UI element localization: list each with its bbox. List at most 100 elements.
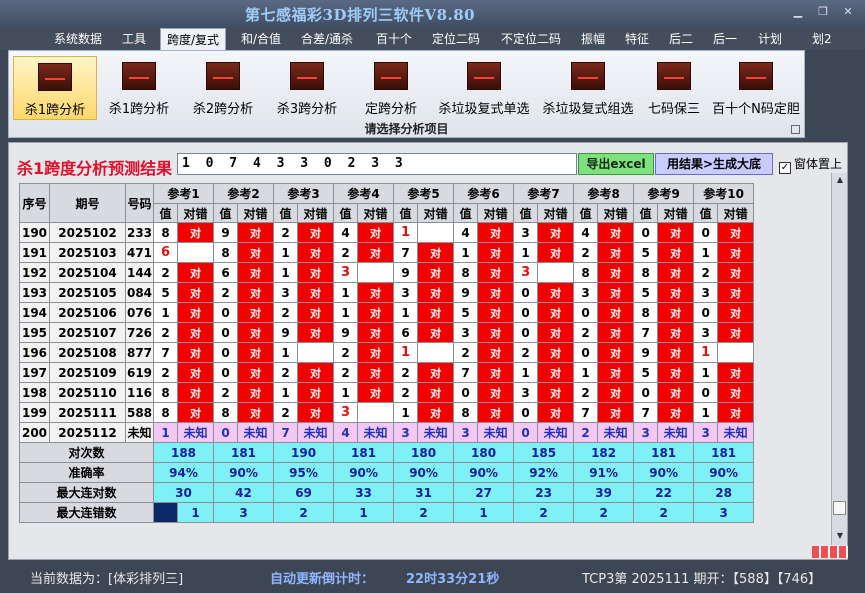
result-cell: 对 — [717, 322, 755, 343]
result-cell: 对 — [717, 382, 755, 403]
period-cell: 2025102 — [49, 222, 126, 243]
table-row[interactable]: 192 2025104 144 2 对 6 对 1 对 3 9 对 8 对 3 8 对 8 对 2 对 — [19, 262, 755, 283]
result-cell: 对 — [477, 222, 515, 243]
menu-item-system-data[interactable]: 系统数据 — [48, 28, 108, 50]
table-row[interactable]: 193 2025105 084 5 对 2 对 3 对 1 对 3 对 9 对 0 对 3 对 5 对 3 对 — [19, 282, 755, 303]
dialog-launcher-icon[interactable] — [791, 125, 800, 134]
value-cell: 3 — [393, 422, 419, 443]
menu-item-sum[interactable]: 和/合值 — [235, 28, 287, 50]
value-cell: 4 — [333, 222, 359, 243]
fixed-span-button[interactable]: 定跨分析 — [351, 56, 431, 120]
seq-cell: 192 — [19, 262, 50, 283]
menu-item-plan2[interactable]: 划2 — [806, 28, 838, 50]
result-cell: 对 — [477, 382, 515, 403]
table-row[interactable]: 191 2025103 471 6 8 对 1 对 2 对 7 对 1 对 1 对 2 对 5 对 1 对 — [19, 242, 755, 263]
checkbox-icon[interactable]: ✓ — [779, 162, 791, 174]
kill3-span-button[interactable]: 杀3跨分析 — [267, 56, 347, 120]
menu-item-last-one[interactable]: 后一 — [707, 28, 743, 50]
result-subheader: 对错 — [297, 203, 335, 223]
minimize-icon[interactable]: ▁ — [786, 4, 810, 20]
junk-complex-group-button[interactable]: 杀垃圾复式组选 — [537, 56, 639, 120]
column-header: 期号 — [49, 183, 126, 223]
restore-icon[interactable]: ❐ — [811, 4, 835, 20]
value-cell: 0 — [573, 342, 599, 363]
period-cell: 2025107 — [49, 322, 126, 343]
result-cell: 未知 — [176, 422, 215, 443]
topmost-checkbox[interactable]: ✓ 窗体置上 — [779, 155, 842, 174]
menu-item-last-two[interactable]: 后二 — [663, 28, 699, 50]
menu-item-hundreds[interactable]: 百十个 — [370, 28, 418, 50]
value-cell: 9 — [273, 322, 299, 343]
value-cell: 9 — [393, 262, 419, 283]
value-cell: 2 — [693, 262, 719, 283]
vertical-scrollbar[interactable]: ▲ ▼ — [831, 173, 847, 545]
prediction-row[interactable]: 200 2025112 未知 1 未知 0 未知 7 未知 4 未知 3 未知 3 未知 0 未知 2 未知 3 未知 3… — [19, 422, 755, 443]
scroll-thumb[interactable] — [833, 501, 846, 515]
chart-icon — [38, 63, 72, 91]
result-cell: 对 — [717, 282, 755, 303]
value-cell: 2 — [393, 362, 419, 383]
table-row[interactable]: 197 2025109 619 2 对 0 对 2 对 2 对 2 对 7 对 1 对 1 对 5 对 1 对 — [19, 362, 755, 383]
value-cell: 8 — [153, 222, 178, 243]
result-subheader: 对错 — [537, 203, 575, 223]
chart-icon — [290, 62, 324, 90]
value-cell: 0 — [633, 222, 659, 243]
result-cell: 对 — [176, 262, 215, 283]
result-cell: 对 — [537, 222, 575, 243]
value-subheader: 值 — [333, 203, 359, 223]
value-cell: 8 — [633, 302, 659, 323]
result-cell: 对 — [237, 302, 275, 323]
generate-base-button[interactable]: 用结果>生成大底 — [655, 153, 773, 175]
menu-item-unfixed-two[interactable]: 不定位二码 — [495, 28, 567, 50]
value-cell: 3 — [633, 422, 659, 443]
result-subheader: 对错 — [597, 203, 635, 223]
value-cell: 4 — [333, 422, 359, 443]
stat-value: 28 — [693, 482, 755, 503]
export-excel-button[interactable]: 导出excel — [578, 153, 654, 175]
menu-item-plan[interactable]: 计划 — [752, 28, 788, 50]
stat-value: 92% — [513, 462, 575, 483]
table-row[interactable]: 194 2025106 076 1 对 0 对 2 对 1 对 1 对 5 对 0 对 0 对 8 对 0 对 — [19, 302, 755, 323]
result-cell: 对 — [417, 302, 455, 323]
period-cell: 2025112 — [49, 422, 126, 443]
table-row[interactable]: 199 2025111 588 8 对 8 对 2 对 3 1 对 8 对 0 对 7 对 7 对 1 对 — [19, 402, 755, 423]
result-cell: 对 — [176, 362, 215, 383]
menu-item-tools[interactable]: 工具 — [116, 28, 152, 50]
table-row[interactable]: 195 2025107 726 2 对 0 对 9 对 9 对 6 对 3 对 0 对 2 对 7 对 3 对 — [19, 322, 755, 343]
stat-value: 39 — [573, 482, 635, 503]
seq-cell: 196 — [19, 342, 50, 363]
result-cell: 对 — [597, 222, 635, 243]
hundreds-n-code-button[interactable]: 百十个N码定胆 — [709, 56, 803, 120]
stat-value: 30 — [152, 482, 215, 503]
scroll-down-icon[interactable]: ▼ — [832, 529, 848, 543]
stats-row: 最大连错数 1 3 2 1 2 1 2 2 2 3 — [19, 502, 755, 523]
seven-code-button[interactable]: 七码保三 — [641, 56, 707, 120]
menu-item-feature[interactable]: 特征 — [619, 28, 655, 50]
menu-item-fixed-two[interactable]: 定位二码 — [426, 28, 486, 50]
result-cell: 对 — [537, 282, 575, 303]
result-cell: 对 — [597, 242, 635, 263]
menu-item-span-complex[interactable]: 跨度/复式 — [160, 28, 227, 51]
result-field[interactable]: 1 0 7 4 3 3 0 2 3 3 — [177, 153, 577, 175]
kill1-span-button-a[interactable]: 杀1跨分析 — [13, 56, 97, 120]
value-cell: 4 — [573, 222, 599, 243]
table-row[interactable]: 190 2025102 233 8 对 9 对 2 对 4 对 1 4 对 3 对 4 对 0 对 0 对 — [19, 222, 755, 243]
table-row[interactable]: 196 2025108 877 7 对 0 对 1 2 对 1 2 对 2 对 0 对 9 对 1 — [19, 342, 755, 363]
value-cell: 0 — [513, 282, 539, 303]
result-cell: 对 — [237, 402, 275, 423]
value-cell: 1 — [573, 362, 599, 383]
value-cell: 9 — [633, 342, 659, 363]
kill1-span-button-b[interactable]: 杀1跨分析 — [99, 56, 179, 120]
result-cell: 对 — [477, 362, 515, 383]
menu-item-amplitude[interactable]: 振幅 — [575, 28, 611, 50]
value-cell: 8 — [213, 242, 239, 263]
number-cell: 084 — [125, 282, 154, 303]
reference-header: 参考3 — [273, 183, 335, 204]
scroll-up-icon[interactable]: ▲ — [832, 173, 848, 187]
junk-complex-single-button[interactable]: 杀垃圾复式单选 — [433, 56, 535, 120]
menu-item-diff-kill[interactable]: 合差/通杀 — [295, 28, 359, 50]
close-icon[interactable]: ✕ — [836, 4, 860, 20]
result-cell: 对 — [237, 242, 275, 263]
kill2-span-button[interactable]: 杀2跨分析 — [183, 56, 263, 120]
table-row[interactable]: 198 2025110 116 8 对 2 对 1 对 1 对 2 对 0 对 3 对 2 对 0 对 0 对 — [19, 382, 755, 403]
